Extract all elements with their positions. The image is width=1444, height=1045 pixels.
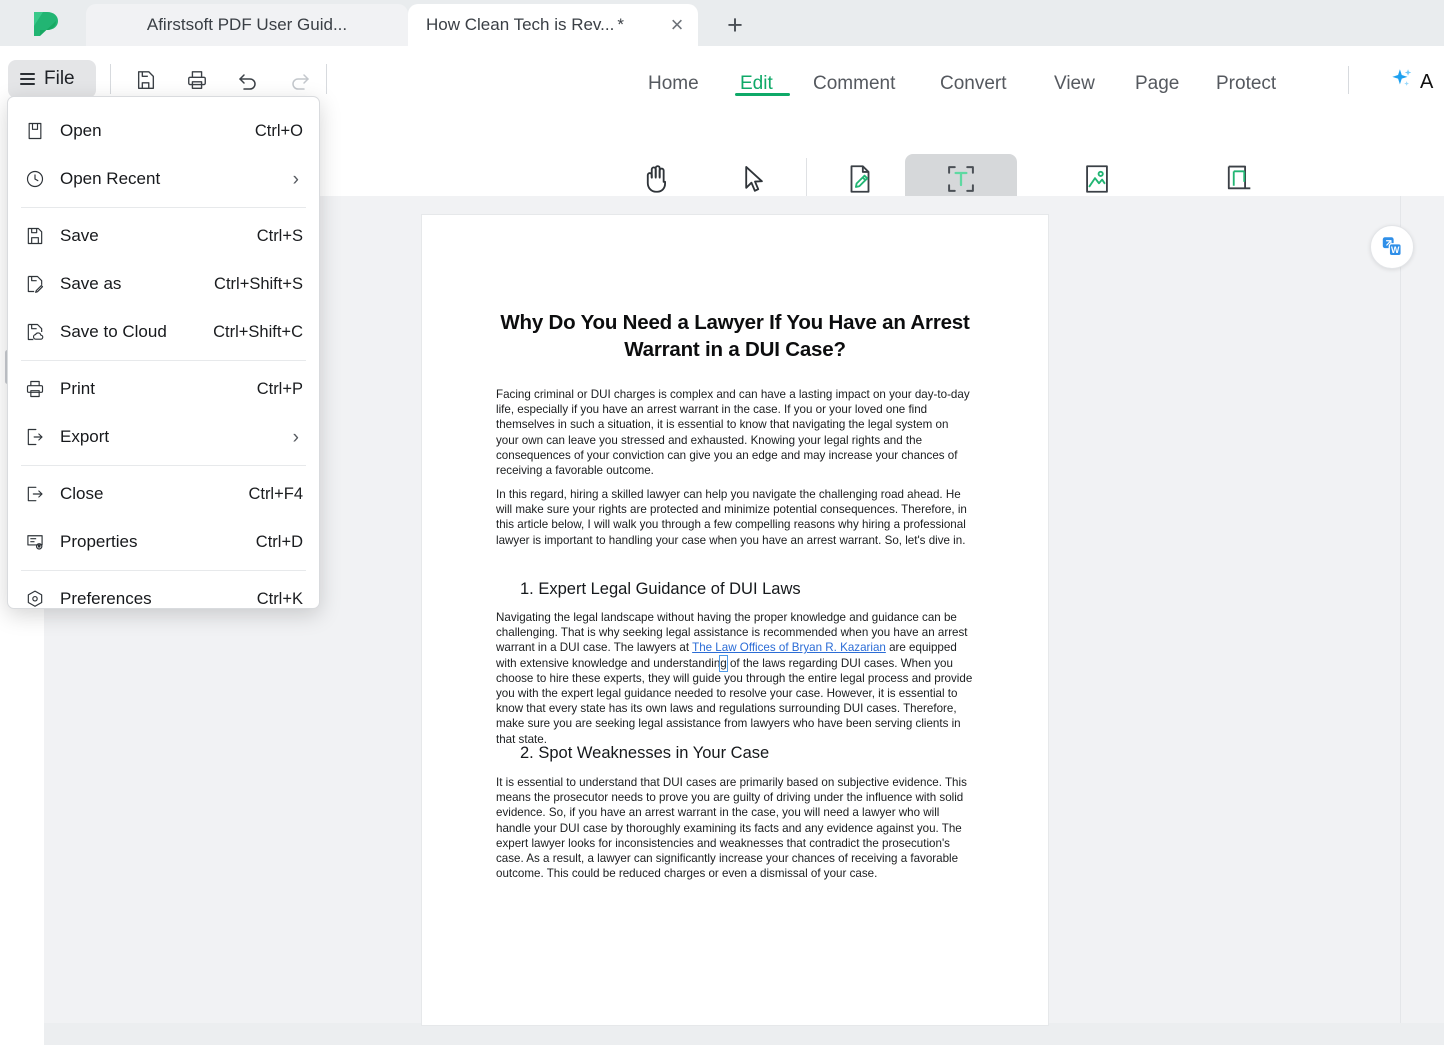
tab-bar: Afirstsoft PDF User Guid... How Clean Te…	[0, 0, 1444, 46]
menu-item-print[interactable]: Print Ctrl+P	[8, 365, 319, 413]
properties-icon	[24, 531, 46, 553]
document-title: Why Do You Need a Lawyer If You Have an …	[500, 311, 970, 362]
menu-item-preferences[interactable]: Preferences Ctrl+K	[8, 575, 319, 623]
ribbon-tab-view[interactable]: View	[1054, 64, 1095, 104]
tab-afirstsoft-pdf-user-guide[interactable]: Afirstsoft PDF User Guid...	[86, 4, 408, 46]
file-dropdown-menu[interactable]: Open Ctrl+O Open Recent › Save Ctrl+S Sa…	[7, 96, 320, 609]
new-tab-icon[interactable]: +	[716, 8, 754, 42]
ribbon-tab-comment[interactable]: Comment	[813, 64, 895, 104]
document-section-2-body: It is essential to understand that DUI c…	[496, 776, 967, 881]
ribbon-tab-convert[interactable]: Convert	[940, 64, 1007, 104]
menu-item-shortcut: Ctrl+Shift+S	[214, 274, 303, 293]
hamburger-icon	[20, 73, 35, 85]
file-menu-button[interactable]: File	[8, 60, 96, 98]
tab-dirty-indicator: *	[617, 15, 624, 34]
document-paragraph-1: Facing criminal or DUI charges is comple…	[496, 388, 970, 477]
save-cloud-icon	[24, 321, 46, 343]
document-heading-1: 1. Expert Legal Guidance of DUI Laws	[520, 580, 801, 598]
open-file-icon	[24, 120, 46, 142]
menu-item-label: Export	[60, 427, 110, 446]
save-icon[interactable]	[130, 64, 162, 96]
menu-item-label: Save to Cloud	[60, 322, 167, 341]
menu-item-shortcut: Ctrl+K	[256, 589, 303, 608]
ribbon-tab-page[interactable]: Page	[1135, 64, 1179, 104]
document-paragraph-2: In this regard, hiring a skilled lawyer …	[496, 488, 967, 547]
svg-text:W: W	[1391, 245, 1400, 255]
menu-item-label: Properties	[60, 532, 138, 551]
app-window: Afirstsoft PDF User Guid... How Clean Te…	[0, 0, 1444, 1045]
menu-item-properties[interactable]: Properties Ctrl+D	[8, 518, 319, 566]
ai-assistant-label: A	[1420, 70, 1434, 93]
menu-divider	[21, 207, 306, 208]
tab-title: Afirstsoft PDF User Guid...	[146, 15, 348, 34]
sparkle-icon	[1388, 66, 1414, 98]
menu-item-label: Save	[60, 226, 99, 245]
ribbon-tab-edit[interactable]: Edit	[740, 64, 773, 104]
app-logo-icon	[30, 10, 60, 38]
ribbon-tab-protect[interactable]: Protect	[1216, 64, 1276, 104]
menu-item-label: Preferences	[60, 589, 152, 608]
menu-item-label: Save as	[60, 274, 122, 293]
menu-item-open-recent[interactable]: Open Recent ›	[8, 155, 319, 203]
print-icon[interactable]	[181, 64, 213, 96]
menu-divider	[21, 360, 306, 361]
ribbon-divider	[1348, 66, 1349, 94]
ribbon-tab-edit-underline	[735, 93, 790, 96]
law-offices-link[interactable]: The Law Offices of Bryan R. Kazarian	[692, 641, 886, 654]
preferences-gear-icon	[24, 588, 46, 610]
ai-assistant-button[interactable]: A	[1388, 66, 1433, 98]
close-arrow-icon	[24, 483, 46, 505]
file-button-label: File	[44, 68, 75, 89]
toolbar-divider	[326, 64, 327, 94]
printer-icon	[24, 378, 46, 400]
redo-icon[interactable]	[284, 64, 316, 96]
menu-item-shortcut: Ctrl+O	[254, 121, 303, 140]
menu-divider	[21, 570, 306, 571]
clock-icon	[24, 168, 46, 190]
right-rail	[1400, 196, 1444, 1023]
undo-icon[interactable]	[232, 64, 264, 96]
menu-item-label: Open	[60, 121, 102, 140]
menu-item-label: Print	[60, 379, 95, 398]
menu-item-label: Open Recent	[60, 169, 161, 188]
pdf-page[interactable]: Why Do You Need a Lawyer If You Have an …	[422, 215, 1048, 1025]
chevron-right-icon: ›	[292, 168, 299, 190]
text-edit-caret[interactable]: g	[719, 654, 728, 672]
menu-item-shortcut: Ctrl+P	[256, 379, 303, 398]
chevron-right-icon: ›	[292, 426, 299, 448]
document-section-1-body: Navigating the legal landscape without h…	[496, 610, 974, 747]
menu-item-label: Close	[60, 484, 104, 503]
menu-item-shortcut: Ctrl+Shift+C	[213, 322, 303, 341]
menu-item-save-to-cloud[interactable]: Save to Cloud Ctrl+Shift+C	[8, 308, 319, 356]
ribbon-tab-home[interactable]: Home	[648, 64, 699, 104]
menu-item-export[interactable]: Export ›	[8, 413, 319, 461]
menu-item-close[interactable]: Close Ctrl+F4	[8, 470, 319, 518]
floppy-save-icon	[24, 225, 46, 247]
menu-divider	[21, 465, 306, 466]
document-heading-2: 2. Spot Weaknesses in Your Case	[520, 744, 770, 762]
menu-item-open[interactable]: Open Ctrl+O	[8, 107, 319, 155]
save-as-pencil-icon	[24, 273, 46, 295]
tab-title: How Clean Tech is Rev...	[426, 15, 615, 34]
close-icon[interactable]: ×	[662, 10, 692, 40]
menu-item-shortcut: Ctrl+D	[255, 532, 303, 551]
menu-item-save[interactable]: Save Ctrl+S	[8, 212, 319, 260]
menu-item-save-as[interactable]: Save as Ctrl+Shift+S	[8, 260, 319, 308]
tab-how-clean-tech[interactable]: How Clean Tech is Rev... *	[408, 4, 698, 46]
export-arrow-icon	[24, 426, 46, 448]
pdf-to-word-icon[interactable]: W	[1370, 225, 1414, 269]
menu-item-shortcut: Ctrl+F4	[248, 484, 303, 503]
status-bar	[44, 1023, 1444, 1045]
menu-item-shortcut: Ctrl+S	[256, 226, 303, 245]
toolbar-divider	[110, 64, 111, 94]
